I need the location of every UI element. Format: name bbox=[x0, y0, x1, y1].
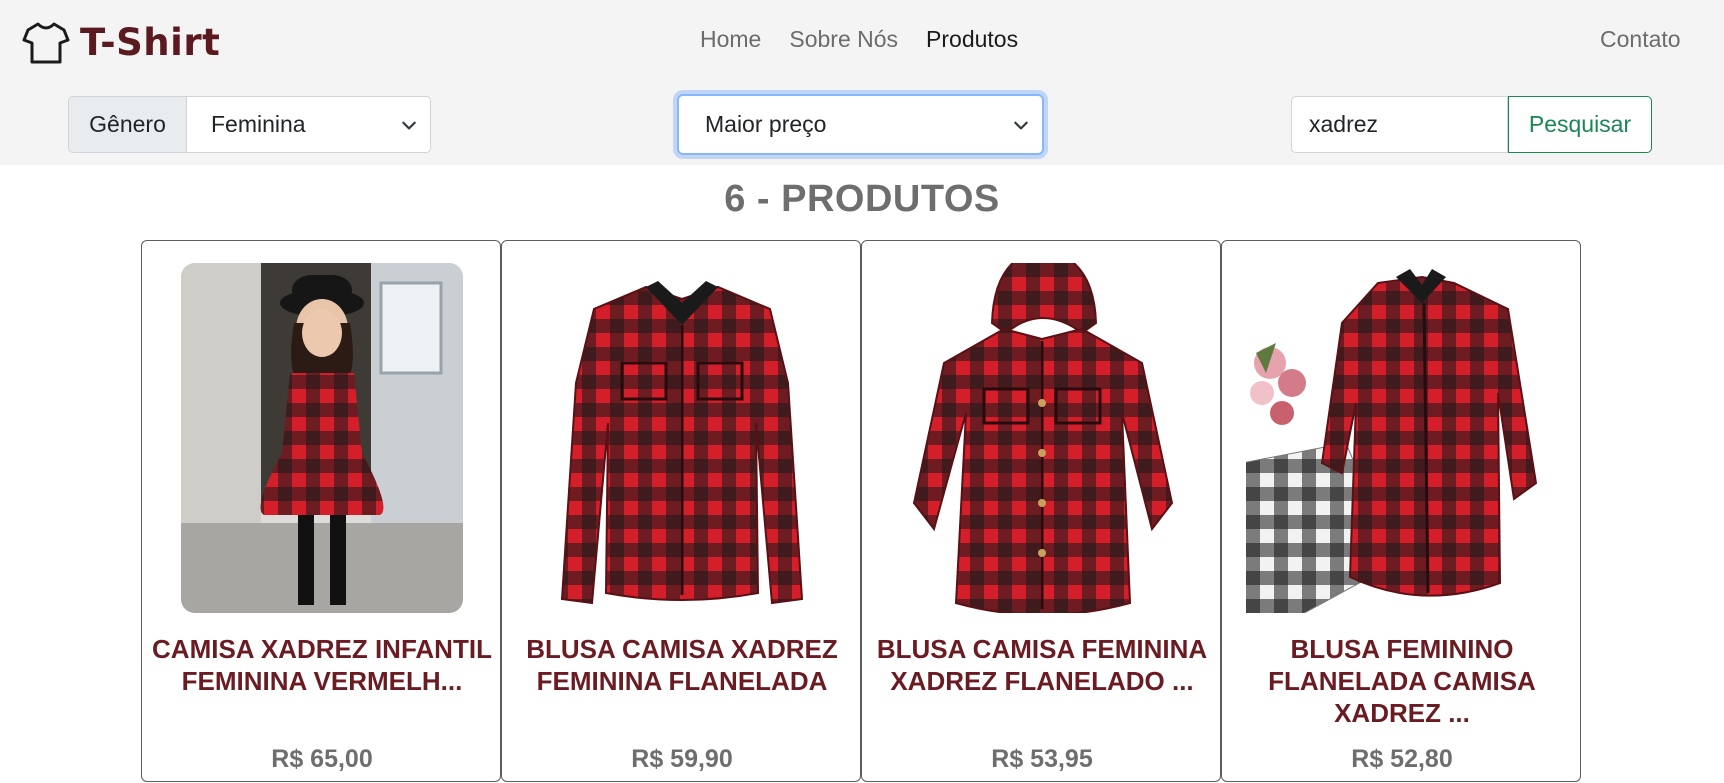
nav-products[interactable]: Produtos bbox=[926, 26, 1018, 53]
brand[interactable]: T-Shirt bbox=[22, 18, 220, 66]
product-image[interactable] bbox=[166, 263, 478, 613]
tshirt-icon bbox=[22, 22, 70, 64]
chevron-down-icon bbox=[1014, 121, 1028, 130]
nav-contact[interactable]: Contato bbox=[1600, 26, 1681, 53]
genre-filter: Gênero Feminina bbox=[68, 96, 431, 153]
product-card[interactable]: CAMISA XADREZ INFANTIL FEMININA VERMELH.… bbox=[141, 240, 501, 782]
product-price: R$ 52,80 bbox=[1351, 745, 1453, 773]
product-image[interactable] bbox=[526, 263, 838, 613]
main-nav: Home Sobre Nós Produtos bbox=[700, 26, 1018, 53]
product-image[interactable] bbox=[886, 263, 1198, 613]
top-bar: T-Shirt Home Sobre Nós Produtos Contato … bbox=[0, 0, 1724, 165]
nav-home[interactable]: Home bbox=[700, 26, 761, 53]
product-title[interactable]: BLUSA CAMISA FEMININA XADREZ FLANELADO .… bbox=[872, 633, 1212, 697]
search-input[interactable] bbox=[1291, 96, 1508, 153]
sort-select[interactable]: Maior preço bbox=[677, 94, 1044, 155]
product-price: R$ 65,00 bbox=[271, 745, 373, 773]
nav-about[interactable]: Sobre Nós bbox=[789, 26, 898, 53]
product-price: R$ 59,90 bbox=[631, 745, 733, 773]
product-card[interactable]: BLUSA CAMISA XADREZ FEMININA FLANELADA R… bbox=[501, 240, 861, 782]
product-title[interactable]: BLUSA FEMININO FLANELADA CAMISA XADREZ .… bbox=[1232, 633, 1572, 729]
product-title[interactable]: CAMISA XADREZ INFANTIL FEMININA VERMELH.… bbox=[152, 633, 492, 697]
chevron-down-icon bbox=[402, 121, 416, 130]
genre-select-value: Feminina bbox=[211, 111, 306, 137]
brand-name: T-Shirt bbox=[80, 20, 221, 64]
results-heading: 6 - PRODUTOS bbox=[724, 178, 1000, 220]
product-grid: CAMISA XADREZ INFANTIL FEMININA VERMELH.… bbox=[141, 240, 1581, 782]
search-form: Pesquisar bbox=[1291, 96, 1652, 153]
product-card[interactable]: BLUSA CAMISA FEMININA XADREZ FLANELADO .… bbox=[861, 240, 1221, 782]
search-button[interactable]: Pesquisar bbox=[1508, 96, 1652, 153]
product-title[interactable]: BLUSA CAMISA XADREZ FEMININA FLANELADA bbox=[512, 633, 852, 697]
genre-label: Gênero bbox=[68, 96, 187, 153]
product-image[interactable] bbox=[1246, 263, 1558, 613]
product-card[interactable]: BLUSA FEMININO FLANELADA CAMISA XADREZ .… bbox=[1221, 240, 1581, 782]
sort-select-value: Maior preço bbox=[705, 111, 827, 137]
genre-select[interactable]: Feminina bbox=[187, 96, 431, 153]
product-price: R$ 53,95 bbox=[991, 745, 1093, 773]
